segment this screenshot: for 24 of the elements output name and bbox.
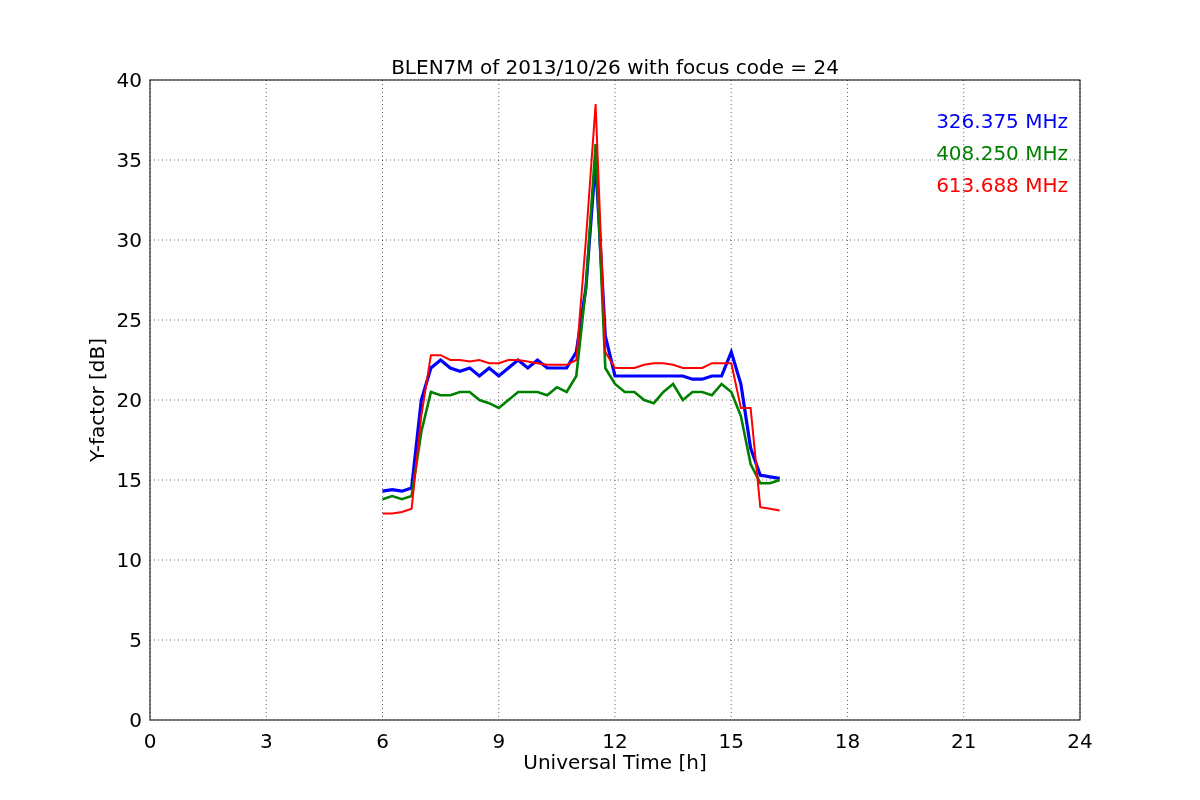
y-tick-label: 20 — [116, 388, 142, 412]
x-axis-label: Universal Time [h] — [523, 750, 707, 774]
x-tick-label: 21 — [951, 729, 977, 753]
x-tick-label: 0 — [143, 729, 157, 753]
x-tick-label: 6 — [376, 729, 389, 753]
x-tick-label: 18 — [834, 729, 861, 753]
y-tick-label: 40 — [116, 68, 142, 92]
y-tick-label: 10 — [116, 548, 142, 572]
y-tick-label: 15 — [116, 468, 142, 492]
x-tick-label: 3 — [259, 729, 273, 753]
y-tick-label: 35 — [116, 148, 142, 172]
y-axis-label: Y-factor [dB] — [85, 338, 109, 462]
legend-label: 613.688 MHz — [936, 173, 1068, 197]
y-tick-label: 0 — [129, 708, 142, 732]
legend-label: 408.250 MHz — [936, 141, 1068, 165]
x-tick-label: 24 — [1067, 729, 1093, 753]
y-tick-label: 5 — [129, 628, 142, 652]
x-tick-label: 15 — [718, 729, 744, 753]
y-tick-label: 25 — [116, 308, 142, 332]
y-tick-label: 30 — [116, 228, 142, 252]
x-tick-label: 12 — [602, 729, 628, 753]
chart-title: BLEN7M of 2013/10/26 with focus code = 24 — [391, 55, 839, 79]
legend-label: 326.375 MHz — [936, 109, 1068, 133]
x-tick-label: 9 — [492, 729, 506, 753]
